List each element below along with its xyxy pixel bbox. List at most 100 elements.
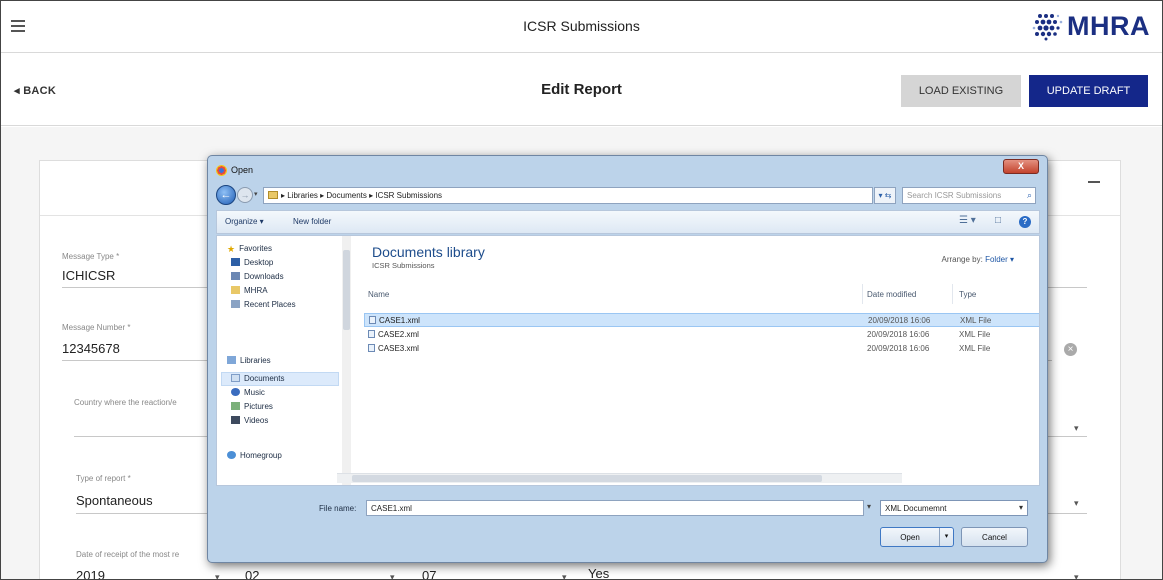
nav-item-documents[interactable]: Documents (231, 374, 284, 383)
collapse-icon[interactable] (1088, 181, 1100, 183)
mhra-logo-icon (1032, 14, 1063, 41)
open-button[interactable]: Open ▾ (880, 527, 954, 547)
nav-item-mhra[interactable]: MHRA (231, 286, 268, 295)
dialog-titlebar[interactable]: Open X (208, 156, 1047, 183)
documents-icon (231, 374, 240, 382)
top-bar: ICSR Submissions MHRA (1, 1, 1162, 53)
nav-scrollbar[interactable] (342, 236, 351, 485)
close-button[interactable]: X (1003, 159, 1039, 174)
field-label-date-receipt: Date of receipt of the most re (76, 550, 180, 559)
field-value-yes[interactable]: Yes (588, 566, 609, 579)
forward-arrow-icon[interactable]: → (237, 187, 253, 203)
nav-item-favorites[interactable]: ★ Favorites (227, 244, 272, 254)
nav-item-videos[interactable]: Videos (231, 416, 268, 425)
load-existing-button[interactable]: LOAD EXISTING (901, 75, 1021, 107)
filetype-value: XML Documemnt (885, 504, 947, 513)
recent-places-icon (231, 300, 240, 308)
crumb-icsr[interactable]: ICSR Submissions (375, 191, 442, 200)
field-value-report-type[interactable]: Spontaneous (76, 493, 153, 508)
field-value-message-type[interactable]: ICHICSR (62, 268, 115, 283)
recent-dropdown-icon[interactable]: ▾ (254, 190, 258, 198)
back-arrow-icon[interactable]: ← (216, 185, 236, 205)
file-name: CASE3.xml (378, 344, 419, 353)
preview-pane-icon[interactable]: □ (995, 215, 1001, 226)
view-options-icon[interactable]: ☰ ▾ (959, 215, 976, 226)
search-input[interactable]: Search ICSR Submissions ⌕ (902, 187, 1036, 204)
clear-icon[interactable]: × (1064, 343, 1077, 356)
organize-menu[interactable]: Organize ▾ (225, 217, 264, 226)
filetype-select[interactable]: XML Documemnt ▾ (880, 500, 1028, 516)
chevron-down-icon[interactable]: ▾ (390, 572, 395, 579)
field-value-year[interactable]: 2019 (76, 568, 105, 579)
chevron-down-icon[interactable]: ▾ (867, 502, 871, 511)
arrange-label: Arrange by: (941, 255, 983, 264)
nav-item-music[interactable]: Music (231, 388, 265, 397)
desktop-icon (231, 258, 240, 266)
scroll-thumb[interactable] (352, 475, 822, 482)
file-row[interactable]: CASE1.xml 20/09/2018 16:06 XML File (364, 313, 1039, 327)
libraries-icon (227, 356, 236, 364)
file-name-cell: CASE1.xml (369, 316, 420, 325)
field-label-country: Country where the reaction/e (74, 398, 177, 407)
chevron-down-icon[interactable]: ▾ (562, 572, 567, 579)
open-file-dialog: Open X ← → ▾ ▸ Libraries ▸ Documents ▸ I… (207, 155, 1048, 563)
nav-label: Homegroup (240, 451, 282, 460)
pictures-icon (231, 402, 240, 410)
column-divider[interactable] (862, 284, 863, 304)
nav-label: Music (244, 388, 265, 397)
chevron-down-icon[interactable]: ▾ (1074, 423, 1079, 434)
dialog-title: Open (231, 165, 254, 175)
column-name[interactable]: Name (368, 290, 389, 299)
xml-file-icon (369, 316, 376, 324)
file-row[interactable]: CASE3.xml 20/09/2018 16:06 XML File (364, 342, 1039, 356)
crumb-documents[interactable]: Documents (326, 191, 366, 200)
library-subtitle: ICSR Submissions (372, 261, 435, 270)
file-row[interactable]: CASE2.xml 20/09/2018 16:06 XML File (364, 328, 1039, 342)
xml-file-icon (368, 344, 375, 352)
update-draft-button[interactable]: UPDATE DRAFT (1029, 75, 1148, 107)
column-type[interactable]: Type (959, 290, 976, 299)
arrange-by[interactable]: Arrange by: Folder ▾ (941, 255, 1014, 264)
downloads-icon (231, 272, 240, 280)
chevron-down-icon[interactable]: ▾ (215, 572, 220, 579)
field-value-month[interactable]: 02 (245, 568, 259, 579)
chevron-down-icon[interactable]: ▾ (1074, 572, 1079, 579)
nav-item-pictures[interactable]: Pictures (231, 402, 273, 411)
chevron-down-icon[interactable]: ▾ (939, 528, 953, 546)
app-window: ICSR Submissions MHRA ◂ BACK Edit Report… (0, 0, 1163, 580)
field-label-message-type: Message Type * (62, 252, 120, 261)
crumb-libraries[interactable]: Libraries (287, 191, 318, 200)
folder-icon (268, 191, 278, 199)
search-icon: ⌕ (1026, 190, 1032, 200)
nav-item-recent[interactable]: Recent Places (231, 300, 296, 309)
address-bar: ← → ▾ ▸ Libraries ▸ Documents ▸ ICSR Sub… (216, 184, 1040, 206)
field-value-day[interactable]: 07 (422, 568, 436, 579)
field-label-report-type: Type of report * (76, 474, 131, 483)
refresh-icon[interactable]: ▾ ⇆ (874, 187, 896, 204)
new-folder-button[interactable]: New folder (293, 217, 331, 226)
scroll-thumb[interactable] (343, 250, 350, 330)
cancel-button[interactable]: Cancel (961, 527, 1028, 547)
arrange-value[interactable]: Folder ▾ (985, 255, 1014, 264)
nav-item-homegroup[interactable]: Homegroup (227, 451, 282, 460)
chevron-down-icon[interactable]: ▾ (1074, 498, 1079, 509)
nav-item-downloads[interactable]: Downloads (231, 272, 284, 281)
horizontal-scrollbar[interactable] (337, 473, 902, 483)
dialog-footer: File name: CASE1.xml ▾ XML Documemnt ▾ O… (216, 487, 1040, 557)
nav-item-desktop[interactable]: Desktop (231, 258, 273, 267)
field-value-message-number[interactable]: 12345678 (62, 341, 120, 356)
column-divider[interactable] (952, 284, 953, 304)
filename-input[interactable]: CASE1.xml (366, 500, 864, 516)
homegroup-icon (227, 451, 236, 459)
file-type: XML File (959, 330, 991, 339)
app-title: ICSR Submissions (523, 18, 640, 34)
help-icon[interactable]: ? (1019, 216, 1031, 228)
nav-item-libraries[interactable]: Libraries (227, 356, 271, 365)
file-type: XML File (959, 344, 991, 353)
dialog-toolbar: Organize ▾ New folder ☰ ▾ □ ? (216, 210, 1040, 234)
file-name: CASE2.xml (378, 330, 419, 339)
address-path[interactable]: ▸ Libraries ▸ Documents ▸ ICSR Submissio… (263, 187, 873, 204)
nav-label: Documents (244, 374, 285, 383)
xml-file-icon (368, 330, 375, 338)
column-date[interactable]: Date modified (867, 290, 916, 299)
